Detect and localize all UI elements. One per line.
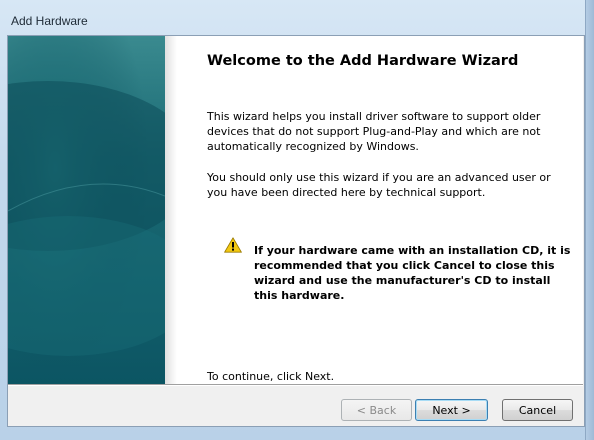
next-button[interactable]: Next > xyxy=(415,399,488,421)
banner-shadow xyxy=(165,36,177,384)
continue-instruction: To continue, click Next. xyxy=(207,370,335,383)
wizard-content-panel: Welcome to the Add Hardware Wizard This … xyxy=(8,36,583,384)
window-frame-edge xyxy=(585,0,594,440)
wizard-client-area: Welcome to the Add Hardware Wizard This … xyxy=(7,35,585,427)
wizard-heading: Welcome to the Add Hardware Wizard xyxy=(207,53,519,69)
warning-message: If your hardware came with an installati… xyxy=(254,244,571,302)
wizard-advice: You should only use this wizard if you a… xyxy=(207,171,551,199)
window-frame-bottom xyxy=(0,426,594,440)
button-separator xyxy=(8,384,583,386)
banner-graphic xyxy=(8,36,165,384)
window-title: Add Hardware xyxy=(11,14,88,28)
cancel-button[interactable]: Cancel xyxy=(502,399,573,421)
wizard-side-banner xyxy=(8,36,165,384)
title-bar[interactable]: Add Hardware xyxy=(0,0,594,35)
wizard-description: This wizard helps you install driver sof… xyxy=(207,110,541,153)
back-button[interactable]: < Back xyxy=(341,399,412,421)
warning-triangle-icon xyxy=(224,237,242,253)
